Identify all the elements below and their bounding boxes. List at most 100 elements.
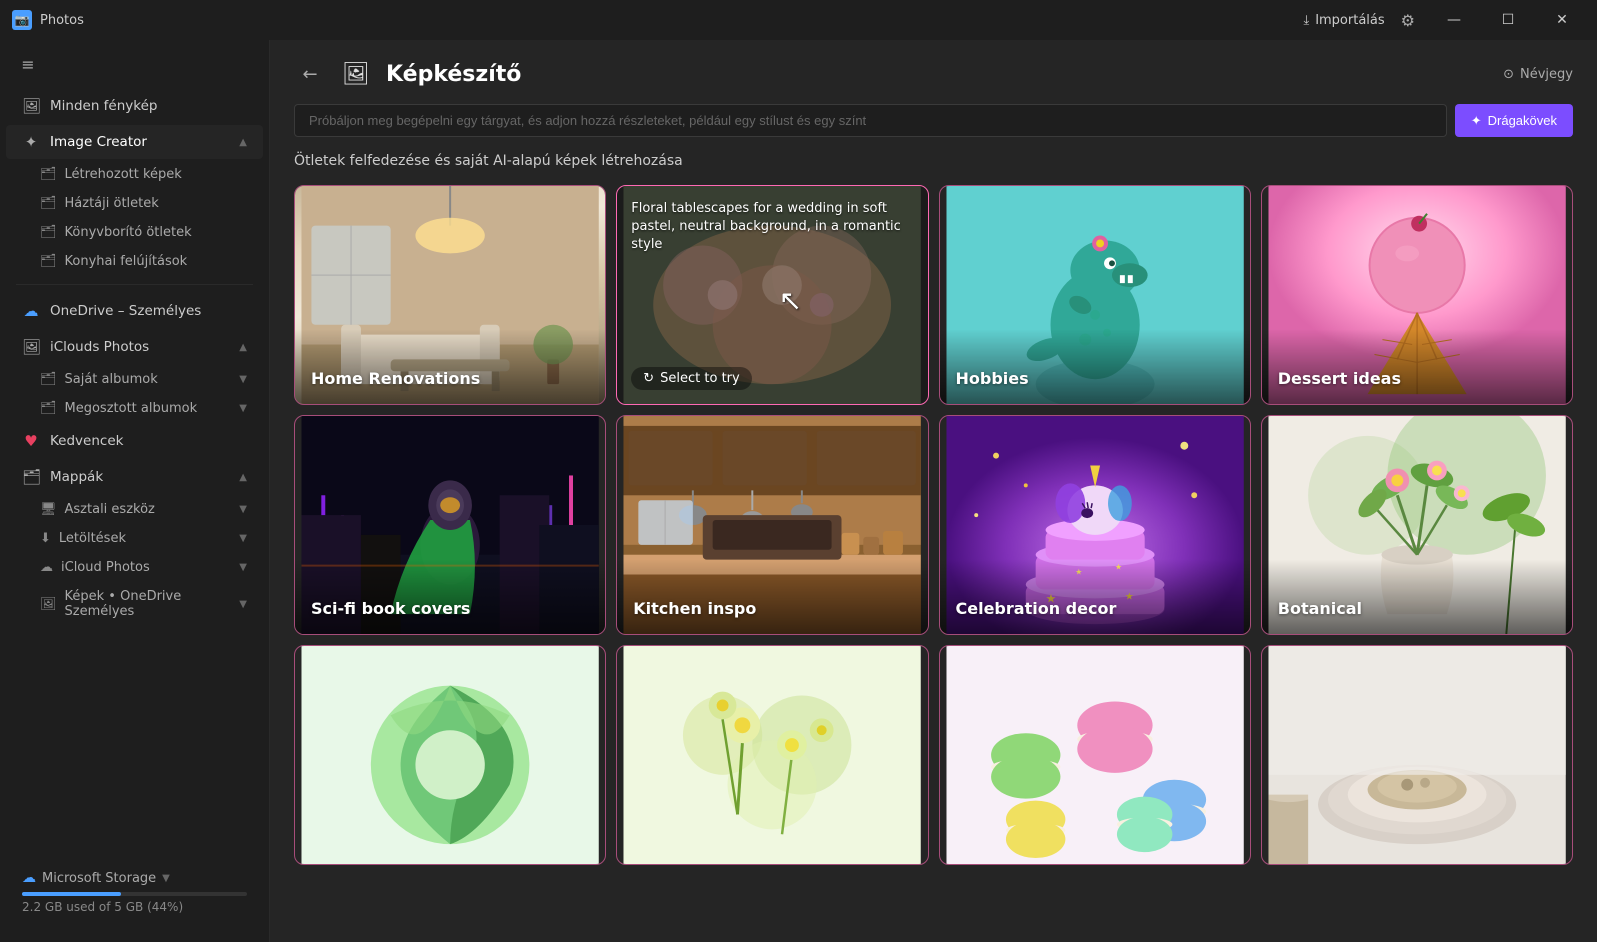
back-button[interactable]: ← xyxy=(294,58,326,90)
sidebar-item-desktop[interactable]: 🖥 Asztali eszköz xyxy=(40,496,263,523)
downloads-chevron xyxy=(239,533,247,544)
row3c-bg xyxy=(940,646,1250,864)
sidebar-item-own-albums[interactable]: 🗂 Saját albumok xyxy=(40,366,263,393)
page-title: Képkészítő xyxy=(386,62,521,87)
kitchen-icon: 🗂 xyxy=(40,254,57,269)
photos-icon: 🖼 xyxy=(22,97,40,115)
credits-label: Drágakövek xyxy=(1488,113,1557,128)
row3a-bg xyxy=(295,646,605,864)
card-hobbies[interactable]: Hobbies xyxy=(939,185,1251,405)
book-icon: 🗂 xyxy=(40,225,57,240)
shared-icon: 🗂 xyxy=(40,401,57,416)
divider-1 xyxy=(16,284,253,285)
card-celebration-label: Celebration decor xyxy=(940,559,1250,634)
settings-icon[interactable]: ⚙ xyxy=(1401,11,1415,30)
card-hobbies-label: Hobbies xyxy=(940,329,1250,404)
sidebar-item-image-creator[interactable]: ✦ Image Creator xyxy=(6,125,263,159)
select-to-try-button[interactable]: ↻ Select to try xyxy=(631,367,751,390)
card-celebration-decor[interactable]: ★ ★ ★ ★ xyxy=(939,415,1251,635)
content-header: ← 🖼 Képkészítő ⊙ Névjegy xyxy=(270,40,1597,104)
desktop-chevron xyxy=(239,504,247,515)
heart-icon: ♥ xyxy=(22,432,40,450)
iclouds-icon: 🖼 xyxy=(22,338,40,356)
row3b-bg xyxy=(617,646,927,864)
pictures-chevron xyxy=(239,599,247,610)
card-kitchen-inspo[interactable]: Kitchen inspo xyxy=(616,415,928,635)
sidebar-item-kitchen-ideas[interactable]: 🗂 Konyhai felújítások xyxy=(40,248,263,275)
sidebar-item-folders[interactable]: 🗂 Mappák xyxy=(6,460,263,494)
storage-info: 2.2 GB used of 5 GB (44%) xyxy=(22,900,247,914)
icloud-chevron xyxy=(239,562,247,573)
search-input[interactable] xyxy=(294,104,1447,137)
sidebar-item-shared-albums[interactable]: 🗂 Megosztott albumok xyxy=(40,395,263,422)
sidebar-item-pictures-onedrive[interactable]: 🖼 Képek • OneDrive Személyes xyxy=(40,583,263,625)
card-home-renovations[interactable]: Home Renovations xyxy=(294,185,606,405)
credits-icon: ✦ xyxy=(1471,113,1482,129)
all-photos-label: Minden fénykép xyxy=(50,98,158,114)
image-creator-label: Image Creator xyxy=(50,134,147,150)
shared-chevron xyxy=(239,403,247,414)
select-label: Select to try xyxy=(660,371,740,386)
app-body: ≡ 🖼 Minden fénykép ✦ Image Creator 🗂 Lét… xyxy=(0,40,1597,942)
floral-text: Floral tablescapes for a wedding in soft… xyxy=(631,200,913,255)
app-title: Photos xyxy=(40,13,84,28)
iclouds-chevron xyxy=(239,342,247,353)
card-dessert-ideas[interactable]: Dessert ideas xyxy=(1261,185,1573,405)
card-row3-b[interactable] xyxy=(616,645,928,865)
sidebar-item-downloads[interactable]: ⬇ Letöltések xyxy=(40,525,263,552)
card-row3-d[interactable] xyxy=(1261,645,1573,865)
card-row3-a[interactable] xyxy=(294,645,606,865)
maximize-button[interactable]: ☐ xyxy=(1485,4,1531,36)
titlebar-left: 📷 Photos xyxy=(12,10,84,30)
floral-overlay: Floral tablescapes for a wedding in soft… xyxy=(617,186,927,404)
profile-button[interactable]: ⊙ Névjegy xyxy=(1503,67,1573,82)
card-botanical-label: Botanical xyxy=(1262,559,1572,634)
desktop-icon: 🖥 xyxy=(40,502,57,517)
onedrive-icon: ☁ xyxy=(22,302,40,320)
card-botanical[interactable]: Botanical xyxy=(1261,415,1573,635)
image-creator-chevron xyxy=(239,137,247,148)
icloud-icon: ☁ xyxy=(40,560,53,575)
sidebar: ≡ 🖼 Minden fénykép ✦ Image Creator 🗂 Lét… xyxy=(0,40,270,942)
import-icon: ⤓ xyxy=(1303,13,1309,28)
sidebar-item-pet-ideas[interactable]: 🗂 Háztáji ötletek xyxy=(40,190,263,217)
created-icon: 🗂 xyxy=(40,167,57,182)
card-floral-tablescapes[interactable]: Floral tablescapes for a wedding in soft… xyxy=(616,185,928,405)
card-row3-c[interactable] xyxy=(939,645,1251,865)
minimize-button[interactable]: — xyxy=(1431,4,1477,36)
close-button[interactable]: ✕ xyxy=(1539,4,1585,36)
pictures-icon: 🖼 xyxy=(40,597,57,612)
header-left: ← 🖼 Képkészítő xyxy=(294,56,521,92)
window-controls: — ☐ ✕ xyxy=(1431,4,1585,36)
profile-label: Névjegy xyxy=(1520,67,1573,82)
card-kitchen-label: Kitchen inspo xyxy=(617,559,927,634)
card-dessert-label: Dessert ideas xyxy=(1262,329,1572,404)
import-button[interactable]: ⤓ Importálás xyxy=(1303,13,1384,28)
sidebar-item-onedrive[interactable]: ☁ OneDrive – Személyes xyxy=(6,294,263,328)
downloads-icon: ⬇ xyxy=(40,531,51,546)
storage-label: Microsoft Storage xyxy=(42,871,156,886)
folders-icon: 🗂 xyxy=(22,468,40,486)
profile-icon: ⊙ xyxy=(1503,67,1514,82)
storage-bar-fill xyxy=(22,892,121,896)
sidebar-item-favorites[interactable]: ♥ Kedvencek xyxy=(6,424,263,458)
sidebar-hamburger[interactable]: ≡ xyxy=(8,44,48,84)
app-icon: 📷 xyxy=(12,10,32,30)
titlebar: 📷 Photos ⤓ Importálás ⚙ — ☐ ✕ xyxy=(0,0,1597,40)
card-home-label: Home Renovations xyxy=(295,329,605,404)
storage-bar xyxy=(22,892,247,896)
sidebar-item-iclouds[interactable]: 🖼 iClouds Photos xyxy=(6,330,263,364)
titlebar-right: ⤓ Importálás ⚙ — ☐ ✕ xyxy=(1303,4,1585,36)
sidebar-item-book-cover[interactable]: 🗂 Könyvborító ötletek xyxy=(40,219,263,246)
credits-button[interactable]: ✦ Drágakövek xyxy=(1455,104,1573,137)
card-scifi-book-covers[interactable]: Sci-fi book covers xyxy=(294,415,606,635)
main-content: ← 🖼 Képkészítő ⊙ Névjegy ✦ Drágakövek Öt… xyxy=(270,40,1597,942)
ms-cloud-icon: ☁ xyxy=(22,870,36,886)
sidebar-item-icloud[interactable]: ☁ iCloud Photos xyxy=(40,554,263,581)
folders-chevron xyxy=(239,472,247,483)
sidebar-item-created-images[interactable]: 🗂 Létrehozott képek xyxy=(40,161,263,188)
search-bar-wrap: ✦ Drágakövek xyxy=(270,104,1597,153)
image-grid: Home Renovations xyxy=(270,185,1597,881)
refresh-icon: ↻ xyxy=(643,371,654,386)
sidebar-item-all-photos[interactable]: 🖼 Minden fénykép xyxy=(6,89,263,123)
